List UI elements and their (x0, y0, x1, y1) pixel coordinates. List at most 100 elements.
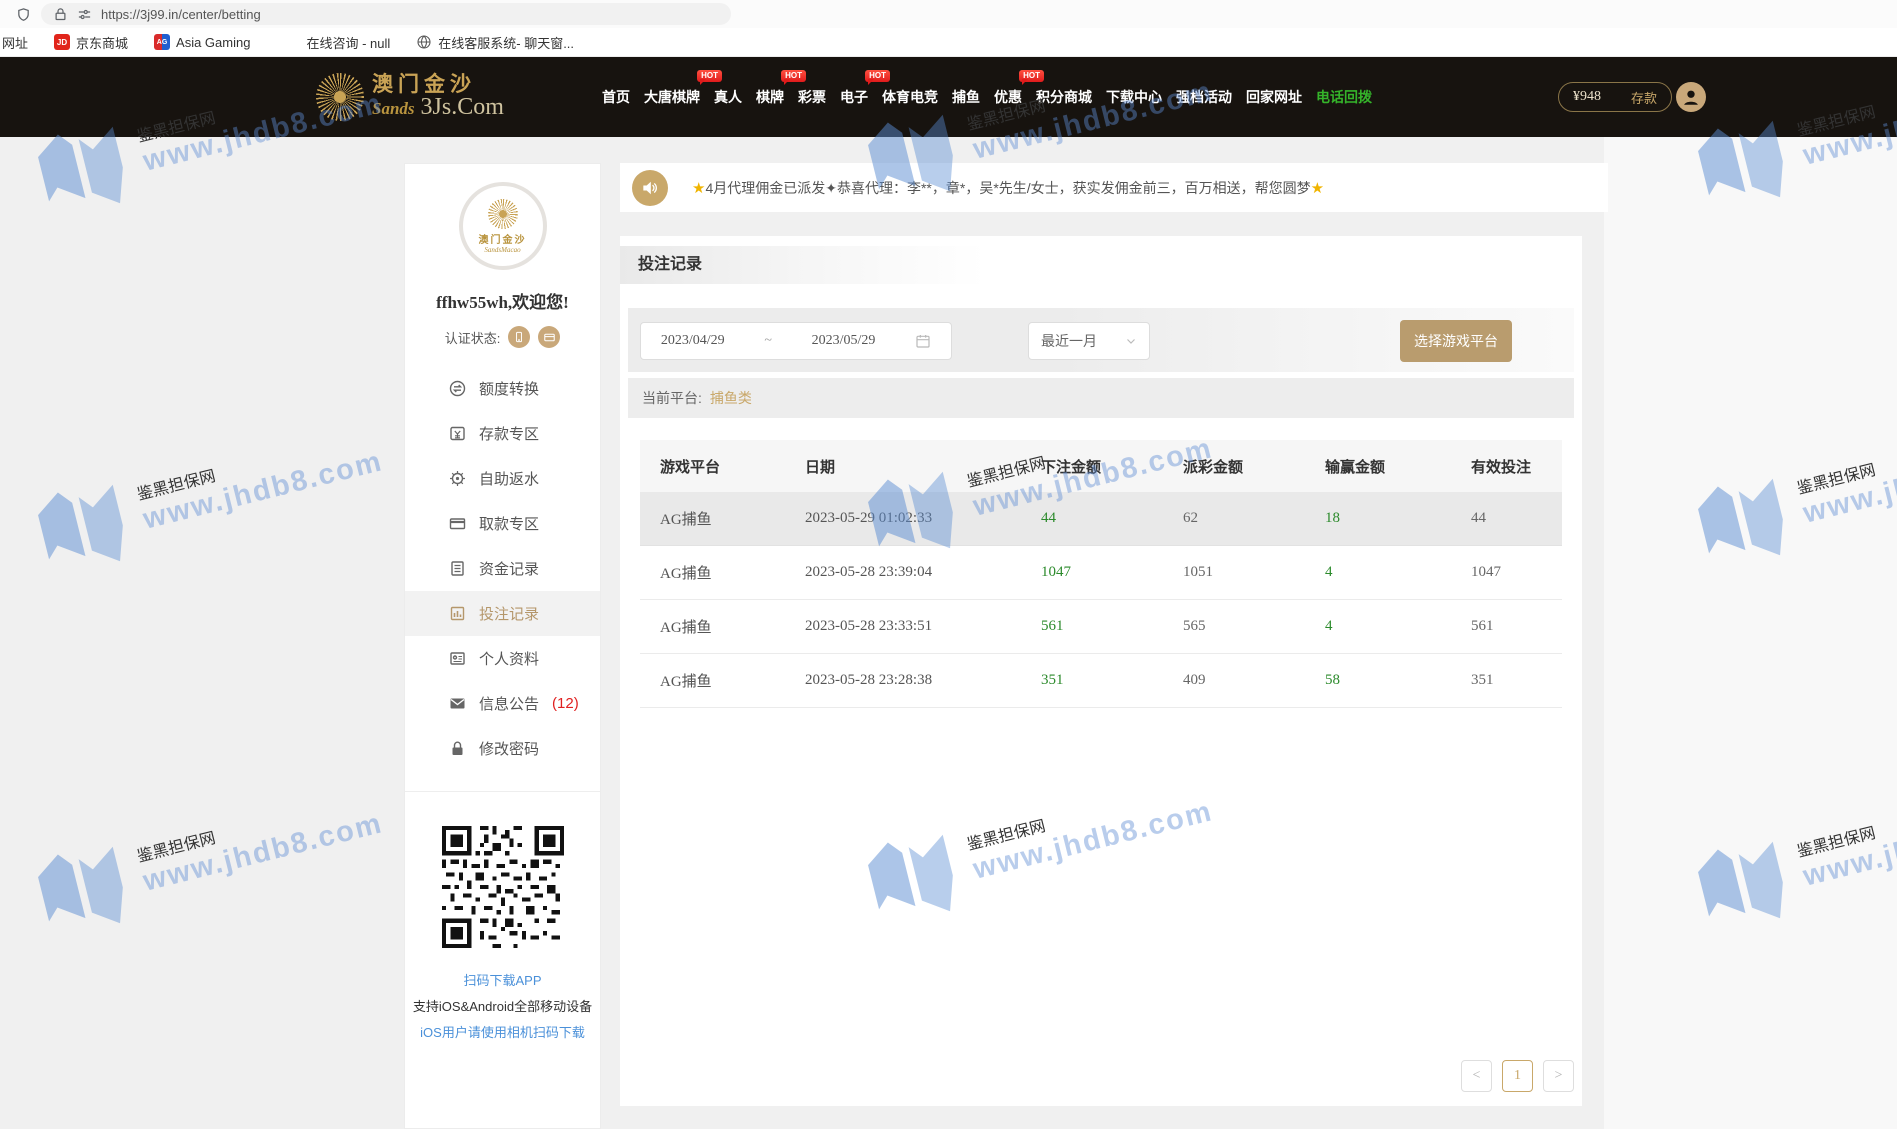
scan-download-app-link[interactable]: 扫码下载APP (413, 968, 592, 994)
nav-boardgames[interactable]: 棋牌HOT (754, 83, 786, 111)
exchange-icon (449, 380, 466, 397)
nav-promotions[interactable]: 优惠HOT (992, 83, 1024, 111)
cell-date: 2023-05-29 01:02:33 (805, 510, 1041, 527)
sidebar-item-self-rebate[interactable]: 自助返水 (405, 456, 600, 501)
site-settings-icon[interactable] (77, 7, 92, 22)
sidebar-item-deposit-zone[interactable]: 存款专区 (405, 411, 600, 456)
sidebar-item-profile[interactable]: 个人资料 (405, 636, 600, 681)
user-avatar-button[interactable] (1676, 82, 1706, 112)
sidebar-item-credit-transfer[interactable]: 额度转换 (405, 366, 600, 411)
deposit-icon (449, 425, 466, 442)
selected-range: 最近一月 (1041, 331, 1097, 351)
sidebar-item-withdraw-zone[interactable]: 取款专区 (405, 501, 600, 546)
nav-featured-events[interactable]: 强档活动 (1174, 83, 1234, 111)
nav-datang-boardgames[interactable]: 大唐棋牌HOT (642, 83, 702, 111)
nav-slots[interactable]: 电子HOT (838, 83, 870, 111)
ios-scan-hint-link[interactable]: iOS用户请使用相机扫码下载 (413, 1020, 592, 1046)
bookmark-item[interactable]: JD京东商城 (54, 33, 128, 52)
cell-payout-amount: 1051 (1183, 564, 1325, 581)
sidebar-item-announcements[interactable]: 信息公告(12) (405, 681, 600, 726)
column-header: 输赢金额 (1325, 456, 1471, 477)
cell-date: 2023-05-28 23:39:04 (805, 564, 1041, 581)
cell-winloss-amount: 58 (1325, 672, 1471, 689)
sidebar-item-label: 信息公告 (479, 693, 539, 714)
bar-chart-icon (449, 605, 466, 622)
date-range-picker[interactable]: 2023/04/29 ~ 2023/05/29 (640, 322, 952, 360)
page-body: 澳门金沙 SandsMacao ffhw55wh,欢迎您! 认证状态: 额度转换… (0, 137, 1897, 1129)
phone-verified-icon[interactable] (508, 326, 530, 348)
deposit-button[interactable]: 存款 (1631, 88, 1657, 107)
nav-points-mall[interactable]: 积分商城 (1034, 83, 1094, 111)
date-range-preset-select[interactable]: 最近一月 (1028, 322, 1150, 360)
hot-badge: HOT (865, 70, 890, 82)
balance-deposit-pill[interactable]: ¥948 存款 (1558, 82, 1672, 112)
cell-platform: AG捕鱼 (660, 670, 805, 691)
current-platform-bar: 当前平台: 捕鱼类 (628, 378, 1574, 418)
logo-chinese: 澳门金沙 (372, 74, 504, 94)
browser-url-bar: https://3j99.in/center/betting (0, 0, 1897, 28)
current-platform-value[interactable]: 捕鱼类 (710, 388, 752, 408)
ag-favicon-icon: AG (154, 34, 170, 50)
address-bar[interactable]: https://3j99.in/center/betting (41, 3, 731, 25)
auth-status-label: 认证状态: (445, 328, 501, 347)
sidebar-menu: 额度转换 存款专区 自助返水 取款专区 资金记录 投注记录 (405, 366, 600, 771)
site-logo[interactable]: 澳门金沙 Sands 3Js.Com (316, 73, 504, 121)
welcome-username: ffhw55wh,欢迎您! (405, 288, 600, 313)
date-end[interactable]: 2023/05/29 (812, 333, 876, 349)
hot-badge: HOT (781, 70, 806, 82)
cell-bet-amount: 1047 (1041, 564, 1183, 581)
nav-sports-esports[interactable]: 体育电竞 (880, 83, 940, 111)
table-row: AG捕鱼 2023-05-28 23:33:51 561 565 4 561 (640, 600, 1562, 654)
lock-icon (53, 7, 68, 22)
sidebar-item-betting-records[interactable]: 投注记录 (405, 591, 600, 636)
sidebar-item-label: 修改密码 (479, 738, 539, 759)
table-row: AG捕鱼 2023-05-28 23:39:04 1047 1051 4 104… (640, 546, 1562, 600)
cell-payout-amount: 62 (1183, 510, 1325, 527)
card-verified-icon[interactable] (538, 326, 560, 348)
sidebar-item-label: 额度转换 (479, 378, 539, 399)
calendar-icon (915, 333, 931, 349)
bookmark-item[interactable]: AGAsia Gaming (154, 34, 250, 50)
qr-download-section: 扫码下载APP 支持iOS&Android全部移动设备 iOS用户请使用相机扫码… (405, 791, 600, 1046)
bookmark-item[interactable]: 在线客服系统- 聊天窗... (416, 33, 574, 52)
bookmark-label: 在线咨询 - null (306, 33, 390, 52)
hot-badge: HOT (697, 70, 722, 82)
bookmark-item[interactable]: 网址 (2, 33, 28, 52)
nav-lottery[interactable]: 彩票 (796, 83, 828, 111)
sidebar-item-change-password[interactable]: 修改密码 (405, 726, 600, 771)
sidebar-item-label: 自助返水 (479, 468, 539, 489)
page-number-button[interactable]: 1 (1502, 1060, 1533, 1092)
date-separator: ~ (764, 333, 772, 349)
bookmark-label: 京东商城 (76, 33, 128, 52)
sunburst-logo-icon (316, 73, 364, 121)
nav-home[interactable]: 首页 (600, 83, 632, 111)
balance-amount: ¥948 (1573, 89, 1601, 105)
cell-bet-amount: 561 (1041, 618, 1183, 635)
prev-page-button[interactable]: < (1461, 1060, 1492, 1092)
cell-winloss-amount: 4 (1325, 618, 1471, 635)
date-start[interactable]: 2023/04/29 (661, 333, 725, 349)
sidebar-item-funds-record[interactable]: 资金记录 (405, 546, 600, 591)
url-text[interactable]: https://3j99.in/center/betting (101, 7, 261, 22)
nav-live[interactable]: 真人 (712, 83, 744, 111)
shield-icon[interactable] (16, 7, 31, 22)
id-card-icon (449, 650, 466, 667)
cell-winloss-amount: 4 (1325, 564, 1471, 581)
bookmark-item[interactable]: 在线咨询 - null (306, 33, 390, 52)
person-icon (1680, 86, 1702, 108)
logo-script: Sands (372, 101, 415, 117)
sidebar-item-label: 资金记录 (479, 558, 539, 579)
next-page-button[interactable]: > (1543, 1060, 1574, 1092)
sidebar-item-label: 存款专区 (479, 423, 539, 444)
credit-card-icon (449, 515, 466, 532)
cell-winloss-amount: 18 (1325, 510, 1471, 527)
sidebar-item-label: 个人资料 (479, 648, 539, 669)
nav-download-center[interactable]: 下载中心 (1104, 83, 1164, 111)
avatar-logo-script: SandsMacao (484, 246, 520, 254)
nav-phone-callback[interactable]: 电话回拨 (1314, 83, 1374, 111)
nav-home-url[interactable]: 回家网址 (1244, 83, 1304, 111)
nav-fishing[interactable]: 捕鱼 (950, 83, 982, 111)
column-header: 下注金额 (1041, 456, 1183, 477)
select-game-platform-button[interactable]: 选择游戏平台 (1400, 320, 1512, 362)
bookmarks-bar: 网址 JD京东商城 AGAsia Gaming 在线咨询 - null 在线客服… (0, 28, 1897, 57)
